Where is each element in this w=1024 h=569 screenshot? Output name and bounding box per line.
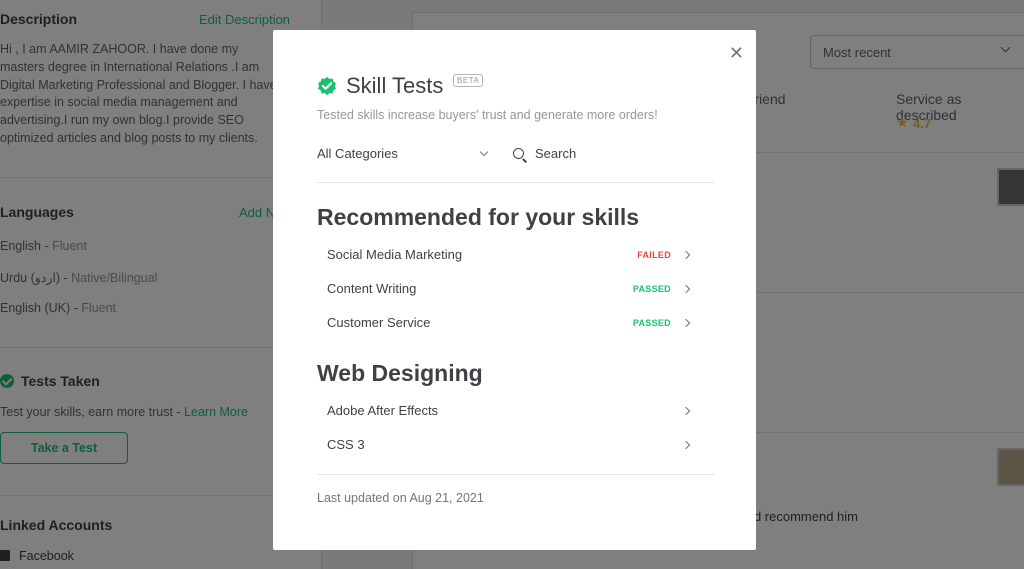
search-box[interactable] xyxy=(513,146,655,166)
chevron-right-icon xyxy=(681,250,691,260)
chevron-down-icon xyxy=(479,147,489,157)
skill-name: CSS 3 xyxy=(327,437,365,452)
skill-row-content-writing[interactable]: Content Writing PASSED xyxy=(327,278,693,302)
category-select[interactable]: All Categories xyxy=(317,146,489,166)
verified-check-icon xyxy=(318,76,336,96)
skill-name: Social Media Marketing xyxy=(327,247,463,262)
last-updated-text: Last updated on Aug 21, 2021 xyxy=(317,491,484,505)
status-badge: PASSED xyxy=(632,318,671,328)
chevron-right-icon xyxy=(681,406,691,416)
skill-row-customer-service[interactable]: Customer Service PASSED xyxy=(327,312,693,336)
skill-row-css-3[interactable]: CSS 3 xyxy=(327,434,693,458)
skill-name: Customer Service xyxy=(327,315,431,330)
filter-divider xyxy=(317,182,714,183)
status-badge: FAILED xyxy=(637,250,671,260)
skill-name: Content Writing xyxy=(327,281,417,296)
search-input[interactable] xyxy=(535,146,655,161)
status-badge: PASSED xyxy=(632,284,671,294)
modal-title: Skill Tests xyxy=(346,73,444,98)
chevron-right-icon xyxy=(681,318,691,328)
chevron-right-icon xyxy=(681,440,691,450)
group-title-web-designing: Web Designing xyxy=(317,360,483,386)
skill-name: Adobe After Effects xyxy=(327,403,439,418)
skill-row-adobe-after-effects[interactable]: Adobe After Effects xyxy=(327,400,693,424)
skill-tests-modal: ✕ Skill Tests BETA Tested skills increas… xyxy=(273,30,756,550)
skill-row-social-media-marketing[interactable]: Social Media Marketing FAILED xyxy=(327,244,693,268)
footer-divider xyxy=(317,474,714,475)
chevron-right-icon xyxy=(681,284,691,294)
beta-badge: BETA xyxy=(453,74,484,87)
group-title-recommended: Recommended for your skills xyxy=(317,204,640,230)
close-icon[interactable]: ✕ xyxy=(729,44,744,62)
modal-subtitle: Tested skills increase buyers' trust and… xyxy=(317,108,658,122)
search-icon xyxy=(513,148,524,159)
